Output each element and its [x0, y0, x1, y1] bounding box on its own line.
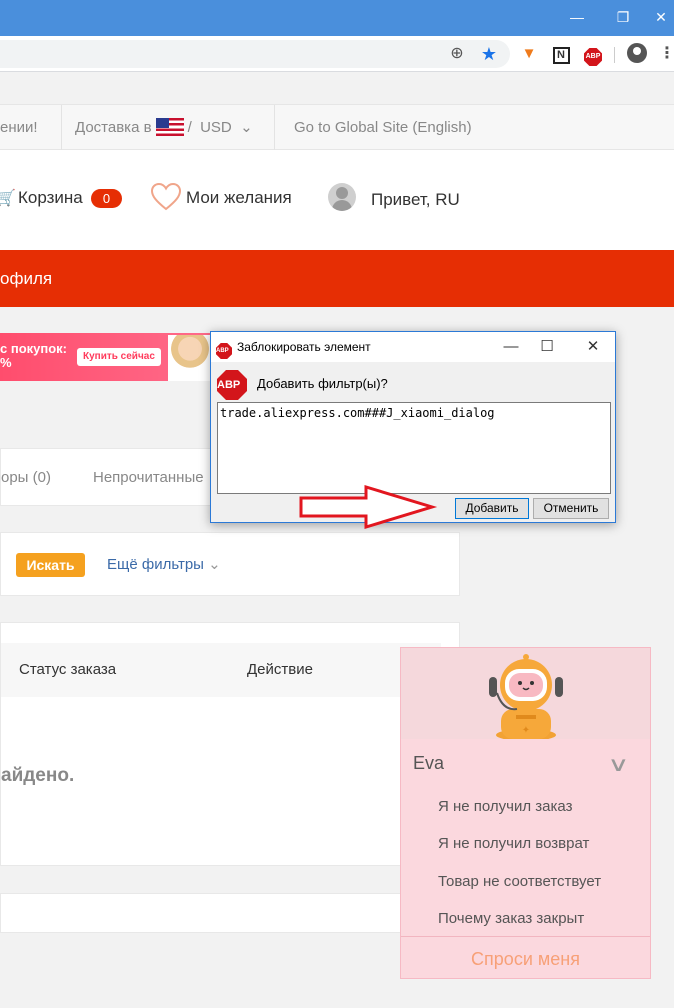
dialog-minimize-icon[interactable]: —: [497, 337, 525, 357]
browser-toolbar: ⊕ ★ ▼ N ABP ⋮: [0, 36, 674, 72]
assistant-name: Eva: [413, 753, 445, 773]
delivery-label: Доставка в: [75, 119, 152, 136]
pagination-panel: [0, 893, 460, 933]
cart-count-badge: 0: [91, 189, 122, 208]
us-flag-icon: [155, 118, 184, 136]
global-site-link[interactable]: Go to Global Site (English): [294, 105, 472, 151]
more-filters-label: Ещё фильтры: [107, 556, 204, 573]
column-status: Статус заказа: [19, 661, 117, 678]
chat-assistant-widget: ✦ Eva ∨ Я не получил заказ Я не получил …: [400, 647, 651, 979]
banner-text-line2: %: [0, 355, 12, 370]
adblock-plus-icon[interactable]: ABP: [582, 43, 604, 66]
shield-extension-icon[interactable]: ▼: [518, 43, 540, 65]
account-icon[interactable]: [626, 43, 648, 65]
chat-option-not-as-described[interactable]: Товар не соответствует: [438, 873, 601, 890]
currency-label: USD: [200, 119, 232, 136]
banner-text: с покупок: %: [0, 342, 67, 370]
ask-me-button[interactable]: Спроси меня: [401, 949, 650, 970]
tab-unread[interactable]: Непрочитанные: [93, 469, 204, 486]
abp-logo-icon: ABP: [217, 370, 247, 400]
abp-title-icon: ABP: [216, 339, 232, 359]
minimize-icon[interactable]: —: [562, 6, 592, 28]
chevron-down-icon[interactable]: ∨: [607, 752, 629, 777]
chat-option-not-received[interactable]: Я не получил заказ: [438, 798, 572, 815]
window-titlebar: — ❐ ✕: [0, 0, 674, 36]
site-header: 🛒 Корзина 0 Мои желания Привет, RU: [0, 150, 674, 250]
empty-orders-message: айдено.: [1, 765, 75, 786]
restore-icon[interactable]: ❐: [608, 6, 638, 28]
topbar-divider: [274, 105, 275, 151]
chevron-down-icon: ⌄: [208, 556, 221, 573]
chevron-down-icon: ⌄: [240, 119, 253, 136]
order-search-panel: Искать Ещё фильтры ⌄: [0, 532, 460, 596]
add-filter-button[interactable]: Добавить: [455, 498, 529, 519]
profile-title[interactable]: офиля: [0, 269, 52, 289]
chat-option-order-closed[interactable]: Почему заказ закрыт: [438, 910, 584, 927]
account-avatar: [627, 43, 647, 63]
chat-divider: [401, 936, 650, 937]
red-arrow-annotation: [299, 484, 438, 530]
heart-icon[interactable]: [150, 182, 182, 212]
dialog-prompt: Добавить фильтр(ы)?: [257, 376, 388, 391]
site-topbar: ении! Доставка в / USD ⌄ Go to Global Sit…: [0, 104, 674, 151]
column-action: Действие: [247, 661, 313, 678]
dialog-title: Заблокировать элемент: [237, 340, 371, 354]
promo-banner[interactable]: с покупок: % Купить сейчас: [0, 333, 212, 381]
n-extension-icon[interactable]: N: [550, 43, 572, 65]
wishlist-link[interactable]: Мои желания: [186, 188, 292, 208]
tab-disputes[interactable]: оры (0): [1, 469, 51, 486]
zoom-icon[interactable]: ⊕: [446, 43, 468, 65]
banner-text-line1: с покупок:: [0, 341, 67, 356]
delivery-selector[interactable]: Доставка в / USD ⌄: [75, 105, 253, 151]
avatar[interactable]: [328, 183, 356, 211]
dialog-maximize-icon[interactable]: ☐: [533, 337, 561, 357]
close-icon[interactable]: ✕: [646, 6, 674, 28]
topbar-divider: [61, 105, 62, 151]
svg-text:✦: ✦: [522, 725, 530, 736]
toolbar-divider: [614, 47, 615, 63]
profile-nav-bar: офиля: [0, 250, 674, 307]
cancel-button[interactable]: Отменить: [533, 498, 609, 519]
abp-extension-label: ABP: [584, 48, 602, 66]
dialog-titlebar[interactable]: ABP Заблокировать элемент — ☐ ✕: [211, 332, 615, 362]
more-filters-link[interactable]: Ещё фильтры ⌄: [107, 555, 221, 573]
n-extension-label: N: [552, 47, 570, 64]
search-button[interactable]: Искать: [16, 553, 85, 577]
dialog-close-icon[interactable]: ✕: [579, 337, 607, 357]
banner-image: [168, 335, 212, 381]
chat-option-no-refund[interactable]: Я не получил возврат: [438, 835, 589, 852]
filter-textarea[interactable]: trade.aliexpress.com###J_xiaomi_dialog: [217, 402, 611, 494]
user-greeting[interactable]: Привет, RU: [371, 190, 460, 210]
browser-menu-icon[interactable]: ⋮: [656, 43, 674, 65]
orders-table: Статус заказа Действие айдено.: [0, 622, 460, 866]
buy-now-button[interactable]: Купить сейчас: [77, 348, 161, 366]
abp-title-icon-label: ABP: [216, 343, 232, 359]
address-bar[interactable]: [0, 40, 510, 68]
promo-text[interactable]: ении!: [0, 105, 38, 151]
bookmark-star-icon[interactable]: ★: [478, 43, 500, 65]
cart-link[interactable]: Корзина: [18, 188, 83, 208]
cart-icon[interactable]: 🛒: [0, 188, 16, 208]
robot-assistant-icon[interactable]: ✦: [483, 653, 569, 739]
orders-table-header: Статус заказа Действие: [1, 643, 441, 697]
abp-logo-label: ABP: [217, 370, 247, 400]
